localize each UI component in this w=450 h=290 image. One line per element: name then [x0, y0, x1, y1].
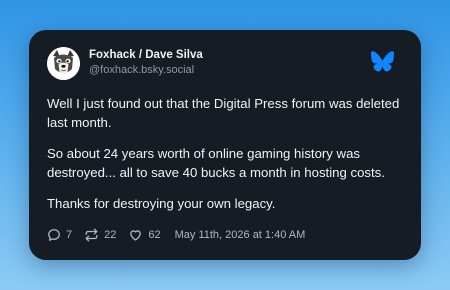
like-button[interactable]: 62: [128, 228, 161, 242]
post-header: Foxhack / Dave Silva @foxhack.bsky.socia…: [47, 46, 405, 80]
repost-button[interactable]: 22: [84, 228, 116, 242]
post-paragraph: Well I just found out that the Digital P…: [47, 96, 400, 130]
repost-icon: [85, 228, 98, 242]
post-card[interactable]: Foxhack / Dave Silva @foxhack.bsky.socia…: [29, 30, 421, 260]
reply-button[interactable]: 7: [47, 228, 72, 242]
post-paragraph: So about 24 years worth of online gaming…: [47, 146, 385, 180]
post-paragraph: Thanks for destroying your own legacy.: [47, 196, 276, 211]
like-count: 62: [148, 229, 161, 241]
butterfly-icon[interactable]: [371, 51, 394, 72]
repost-count: 22: [104, 229, 117, 241]
heart-icon: [130, 230, 142, 241]
post-timestamp[interactable]: May 11th, 2026 at 1:40 AM: [175, 229, 306, 241]
author-handle[interactable]: @foxhack.bsky.social: [89, 63, 203, 78]
reply-count: 7: [66, 229, 73, 241]
post-footer: 7 22 62 May 11th, 2026 at 1:40 AM: [47, 226, 305, 244]
author-identity: Foxhack / Dave Silva @foxhack.bsky.socia…: [89, 48, 203, 78]
reply-icon: [48, 229, 60, 241]
author-display-name[interactable]: Foxhack / Dave Silva: [89, 48, 203, 63]
author-avatar[interactable]: [47, 46, 80, 80]
wolf-face-icon: [47, 46, 80, 80]
post-text: Well I just found out that the Digital P…: [47, 94, 407, 225]
